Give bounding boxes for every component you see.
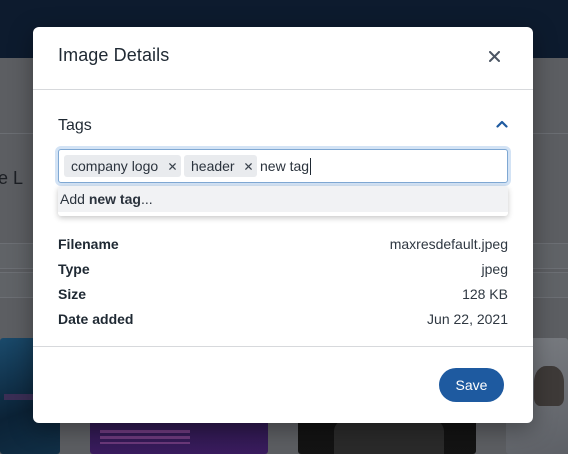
suggestion-prefix: Add xyxy=(60,191,89,207)
close-icon xyxy=(168,162,176,170)
detail-row-date-added: Date added Jun 22, 2021 xyxy=(58,311,508,331)
new-tag-text-field[interactable] xyxy=(260,155,500,177)
detail-label: Filename xyxy=(58,236,119,252)
save-button[interactable]: Save xyxy=(439,368,504,402)
detail-row-size: Size 128 KB xyxy=(58,286,508,306)
close-icon xyxy=(244,162,252,170)
chevron-up-icon xyxy=(496,120,508,128)
detail-label: Type xyxy=(58,261,90,277)
remove-tag-button[interactable] xyxy=(165,155,179,177)
detail-value: Jun 22, 2021 xyxy=(427,311,508,327)
close-button[interactable] xyxy=(481,43,507,69)
suggestion-tag-name: new tag xyxy=(88,191,141,207)
detail-value: maxresdefault.jpeg xyxy=(389,236,508,252)
text-cursor xyxy=(310,158,311,175)
tags-collapse-button[interactable] xyxy=(492,114,512,134)
detail-row-filename: Filename maxresdefault.jpeg xyxy=(58,236,508,256)
image-details-modal: Image Details Tags company logo header n… xyxy=(33,27,533,423)
detail-label: Date added xyxy=(58,311,134,327)
detail-row-type: Type jpeg xyxy=(58,261,508,281)
remove-tag-button[interactable] xyxy=(241,155,255,177)
suggestion-ellipsis: ... xyxy=(140,191,153,207)
add-new-tag-option[interactable]: Add new tag... xyxy=(58,186,508,212)
detail-label: Size xyxy=(58,286,87,302)
modal-title: Image Details xyxy=(58,45,170,65)
tags-section-label: Tags xyxy=(58,117,92,134)
tags-input[interactable]: company logo header xyxy=(58,149,508,183)
detail-value: jpeg xyxy=(481,261,508,277)
modal-header: Image Details xyxy=(33,27,533,90)
tag-chip: header xyxy=(184,155,257,177)
close-icon xyxy=(488,50,500,62)
detail-value: 128 KB xyxy=(462,286,508,302)
modal-footer: Save xyxy=(33,346,533,423)
tag-chip: company logo xyxy=(64,155,181,177)
tag-chip-label: company logo xyxy=(71,158,159,174)
tag-suggestion-dropdown: Add new tag... xyxy=(58,186,508,216)
tag-chip-label: header xyxy=(191,158,235,174)
